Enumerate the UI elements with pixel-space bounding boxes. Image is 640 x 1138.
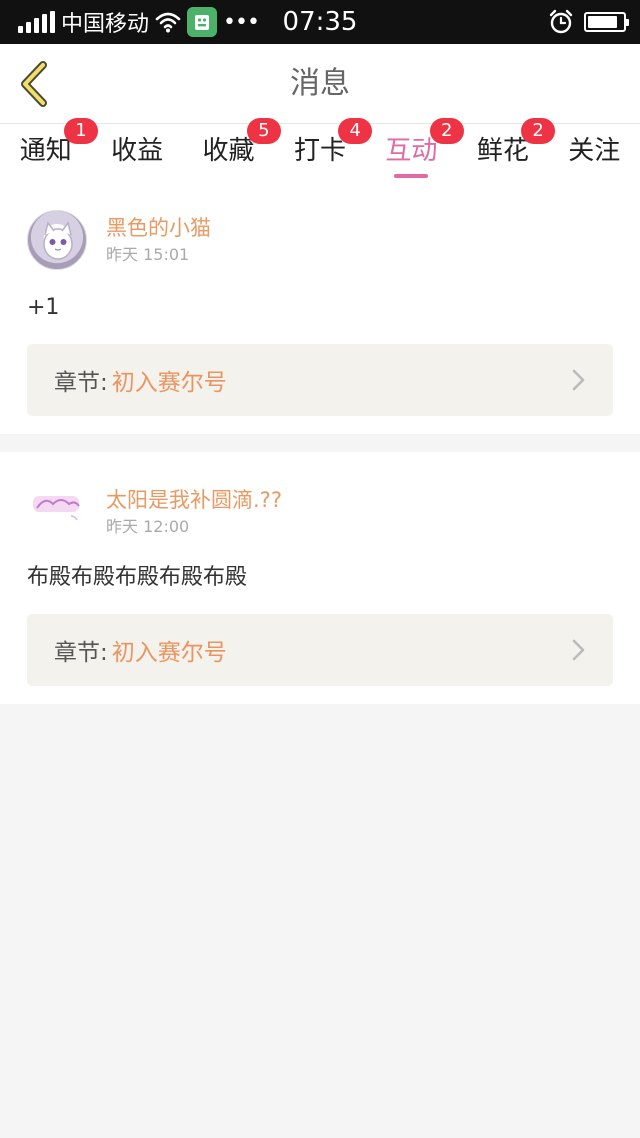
status-bar: 中国移动 ••• 07:35	[0, 0, 640, 44]
nav-bar: 消息	[0, 44, 640, 124]
chevron-right-icon	[572, 639, 585, 661]
message-header: 太阳是我补圆滴.?? 昨天 12:00	[27, 482, 613, 542]
chapter-name: 初入赛尔号	[111, 640, 227, 666]
avatar[interactable]	[27, 482, 87, 542]
timestamp: 昨天 15:01	[106, 245, 190, 264]
message-meta: 黑色的小猫 昨天 15:01	[106, 213, 211, 267]
active-tab-indicator	[394, 174, 429, 178]
chapter-link[interactable]: 章节: 初入赛尔号	[27, 344, 613, 416]
carrier-name: 中国移动	[61, 12, 150, 37]
tab-label: 收藏	[202, 136, 255, 166]
app-notification-icon	[187, 7, 218, 37]
tab-1[interactable]: 收益	[91, 124, 182, 186]
tab-label: 关注	[568, 136, 621, 166]
tab-2[interactable]: 收藏 5	[183, 118, 281, 186]
tab-5[interactable]: 鲜花 2	[457, 118, 556, 186]
tab-label: 鲜花	[476, 136, 529, 166]
message-card: 黑色的小猫 昨天 15:01 +1 章节: 初入赛尔号	[0, 186, 640, 434]
chevron-right-icon	[572, 369, 585, 391]
timestamp: 昨天 12:00	[106, 517, 190, 536]
battery-level	[588, 16, 617, 28]
message-meta: 太阳是我补圆滴.?? 昨天 12:00	[106, 485, 282, 539]
chapter-label: 章节:	[54, 640, 108, 666]
page-title: 消息	[290, 66, 350, 101]
tab-3[interactable]: 打卡 4	[274, 118, 373, 186]
tab-4[interactable]: 互动 2	[366, 118, 464, 186]
message-text: 布殿布殿布殿布殿布殿	[27, 565, 248, 590]
username[interactable]: 太阳是我补圆滴.??	[106, 485, 282, 515]
cat-avatar-icon	[43, 221, 73, 260]
message-card: 太阳是我补圆滴.?? 昨天 12:00 布殿布殿布殿布殿布殿 章节: 初入赛尔号	[0, 452, 640, 704]
tab-0[interactable]: 通知 1	[0, 118, 98, 186]
battery-icon	[584, 12, 629, 32]
tab-label: 收益	[111, 136, 164, 166]
chapter-name: 初入赛尔号	[111, 370, 227, 396]
tab-label: 互动	[385, 136, 438, 166]
avatar[interactable]	[27, 210, 87, 270]
wifi-icon	[155, 12, 181, 33]
chapter-link[interactable]: 章节: 初入赛尔号	[27, 614, 613, 686]
chapter-label: 章节:	[54, 370, 108, 396]
signal-strength-icon	[18, 11, 55, 33]
tab-bar: 通知 1 收益 收藏 5 打卡 4 互动 2 鲜花 2 关注	[0, 118, 640, 186]
username[interactable]: 黑色的小猫	[106, 213, 211, 243]
alarm-icon	[549, 9, 573, 34]
message-text: +1	[27, 295, 60, 320]
tab-label: 通知	[19, 136, 72, 166]
sticker-avatar-icon	[33, 496, 80, 521]
tab-6[interactable]: 关注	[549, 124, 640, 186]
tab-label: 打卡	[293, 136, 346, 166]
message-header: 黑色的小猫 昨天 15:01	[27, 210, 613, 270]
more-notifications-icon: •••	[223, 9, 260, 35]
message-list: 黑色的小猫 昨天 15:01 +1 章节: 初入赛尔号 太阳是我补圆滴.?? 昨…	[0, 186, 640, 704]
